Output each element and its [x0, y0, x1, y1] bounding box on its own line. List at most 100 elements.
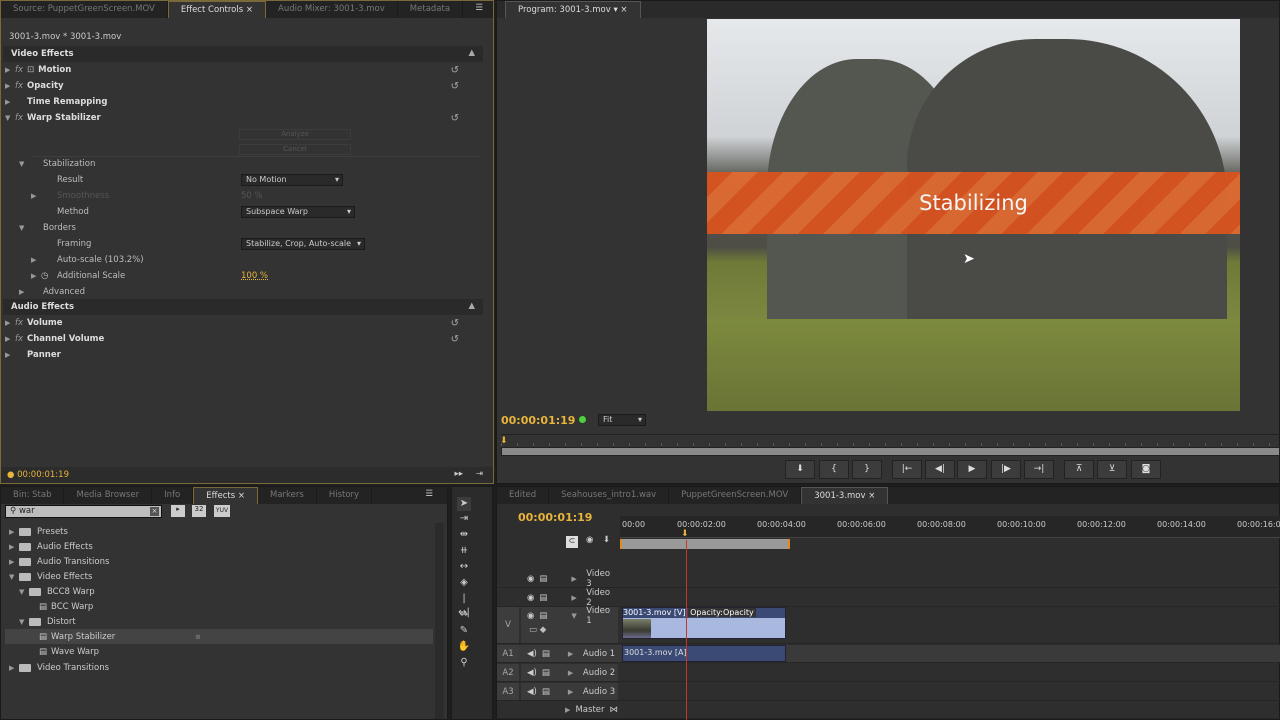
hand-tool-icon[interactable]: ✋ [457, 640, 471, 654]
tab-history[interactable]: History [317, 487, 373, 504]
tree-item-video-transitions[interactable]: ▶ Video Transitions [9, 660, 109, 675]
tab-effects[interactable]: Effects × [193, 487, 258, 504]
autoscale-row[interactable]: ▶ Auto-scale (103.2%) [31, 252, 477, 268]
collapse-icon[interactable]: ▲ [468, 48, 475, 58]
expand-icon[interactable]: ▶ [571, 575, 581, 583]
sync-lock-icon[interactable]: ▤ [539, 574, 547, 584]
reset-icon[interactable]: ↺ [451, 81, 459, 92]
play-button[interactable]: ▶ [957, 460, 987, 479]
clear-search-icon[interactable]: × [150, 507, 159, 516]
expand-icon[interactable]: ▶ [19, 288, 29, 296]
effects-search-input[interactable]: ⚲ war × [5, 505, 162, 518]
fx-icon[interactable]: fx [15, 113, 27, 123]
eye-icon[interactable]: ◉ [527, 593, 534, 603]
tab-sequence-puppet[interactable]: PuppetGreenScreen.MOV [669, 487, 802, 504]
expand-icon[interactable]: ▶ [5, 351, 15, 359]
track-select-tool-icon[interactable]: ⇥ [457, 512, 471, 526]
additional-scale-value[interactable]: 100 % [241, 271, 268, 281]
expand-icon[interactable]: ▶ [568, 669, 578, 677]
program-timecode[interactable]: 00:00:01:19 [501, 414, 575, 427]
tab-info[interactable]: Info [152, 487, 194, 504]
add-marker-icon[interactable]: ⬇ [603, 535, 610, 545]
reset-icon[interactable]: ↺ [451, 65, 459, 76]
advanced-group[interactable]: ▶ Advanced [19, 284, 477, 300]
source-patch-v[interactable]: V [497, 607, 519, 643]
expand-icon[interactable]: ▶ [9, 543, 19, 551]
timeline-timecode[interactable]: 00:00:01:19 [518, 511, 592, 524]
display-style-icon[interactable]: ▭ [529, 625, 537, 635]
keyframe-controls[interactable]: ▭ ◆ [521, 625, 618, 643]
expand-icon[interactable]: ▶ [5, 66, 15, 74]
tab-effect-controls[interactable]: Effect Controls × [167, 1, 266, 18]
program-scrollbar[interactable] [501, 447, 1280, 456]
collapse-icon[interactable]: ▼ [19, 160, 29, 168]
source-patch-a2[interactable]: A2 [497, 664, 519, 681]
collapse-icon[interactable]: ▼ [19, 588, 29, 596]
effect-opacity[interactable]: ▶ fx Opacity ↺ [5, 78, 477, 94]
expand-icon[interactable]: ▶ [9, 528, 19, 536]
borders-group[interactable]: ▼ Borders [19, 220, 477, 236]
zoom-dropdown[interactable]: Fit [598, 414, 646, 426]
expand-icon[interactable]: ▶ [9, 558, 19, 566]
tree-item-video-effects[interactable]: ▼ Video Effects [9, 569, 92, 584]
tree-item-audio-effects[interactable]: ▶ Audio Effects [9, 539, 93, 554]
effect-warp-stabilizer[interactable]: ▼ fx Warp Stabilizer ↺ [5, 110, 477, 126]
effects-scrollbar[interactable] [435, 523, 444, 719]
play-audio-icon[interactable]: ▸▸ [454, 469, 463, 479]
speaker-icon[interactable]: ◀) [527, 687, 537, 697]
add-marker-button[interactable]: ⬇ [785, 460, 815, 479]
work-area-bar[interactable] [620, 539, 790, 549]
expand-icon[interactable]: ▶ [31, 272, 41, 280]
expand-icon[interactable]: ▶ [5, 319, 15, 327]
go-to-out-button[interactable]: →| [1024, 460, 1054, 479]
expand-icon[interactable]: ▶ [9, 664, 19, 672]
fx-icon[interactable]: fx [15, 81, 27, 91]
step-forward-button[interactable]: |▶ [991, 460, 1021, 479]
sync-lock-icon[interactable]: ▤ [539, 611, 547, 621]
expand-icon[interactable]: ▶ [5, 82, 15, 90]
stopwatch-icon[interactable]: ◷ [41, 271, 51, 281]
master-icon[interactable]: ⋈ [610, 705, 619, 715]
collapse-icon[interactable]: ▼ [571, 612, 581, 620]
keyframe-icon[interactable]: ◆ [540, 625, 547, 635]
video-frame[interactable]: Stabilizing ➤ [707, 19, 1240, 411]
linked-selection-icon[interactable]: ◉ [586, 535, 593, 545]
sync-lock-icon[interactable]: ▤ [542, 668, 550, 678]
audio-clip[interactable]: 3001-3.mov [A] [622, 645, 786, 662]
tab-program[interactable]: Program: 3001-3.mov ▾ × [505, 1, 641, 18]
tab-audio-mixer[interactable]: Audio Mixer: 3001-3.mov [266, 1, 398, 18]
rate-stretch-tool-icon[interactable]: ↔ [457, 560, 471, 574]
tree-item-bcc-warp[interactable]: ▤ BCC Warp [39, 599, 93, 614]
expand-icon[interactable]: ▶ [31, 256, 41, 264]
step-back-button[interactable]: ◀| [925, 460, 955, 479]
slide-tool-icon[interactable]: ⇔ [457, 608, 471, 622]
expand-icon[interactable]: ▶ [565, 706, 570, 714]
panel-menu-icon[interactable]: ☰ [465, 1, 493, 18]
tab-sequence-3001-3[interactable]: 3001-3.mov × [801, 487, 889, 504]
stabilization-group[interactable]: ▼ Stabilization [19, 156, 477, 172]
collapse-icon[interactable]: ▼ [19, 618, 29, 626]
accelerated-effects-filter-button[interactable]: ▸ [171, 505, 185, 517]
export-icon[interactable]: ⇥ [476, 469, 483, 479]
tree-item-presets[interactable]: ▶ Presets [9, 524, 68, 539]
32bit-filter-button[interactable]: 32 [192, 505, 206, 517]
lift-button[interactable]: ⊼ [1064, 460, 1094, 479]
eye-icon[interactable]: ◉ [527, 611, 534, 621]
zoom-tool-icon[interactable]: ⚲ [457, 656, 471, 670]
expand-icon[interactable]: ▶ [571, 594, 581, 602]
expand-icon[interactable]: ▶ [568, 688, 578, 696]
tab-sequence-seahouses[interactable]: Seahouses_intro1.wav [549, 487, 670, 504]
export-frame-button[interactable]: ◙ [1131, 460, 1161, 479]
clip-fx-dropdown[interactable]: Opacity:Opacity [688, 608, 756, 617]
rolling-edit-tool-icon[interactable]: ⧺ [457, 544, 471, 558]
reset-icon[interactable]: ↺ [451, 113, 459, 124]
collapse-icon[interactable]: ▼ [5, 114, 15, 122]
tab-media-browser[interactable]: Media Browser [64, 487, 153, 504]
speaker-icon[interactable]: ◀) [527, 649, 537, 659]
sync-lock-icon[interactable]: ▤ [542, 649, 550, 659]
snap-icon[interactable]: ⊂ [566, 536, 578, 548]
mark-out-button[interactable]: } [852, 460, 882, 479]
pen-tool-icon[interactable]: ✎ [457, 624, 471, 638]
result-dropdown[interactable]: No Motion [241, 174, 343, 186]
tab-markers[interactable]: Markers [258, 487, 317, 504]
